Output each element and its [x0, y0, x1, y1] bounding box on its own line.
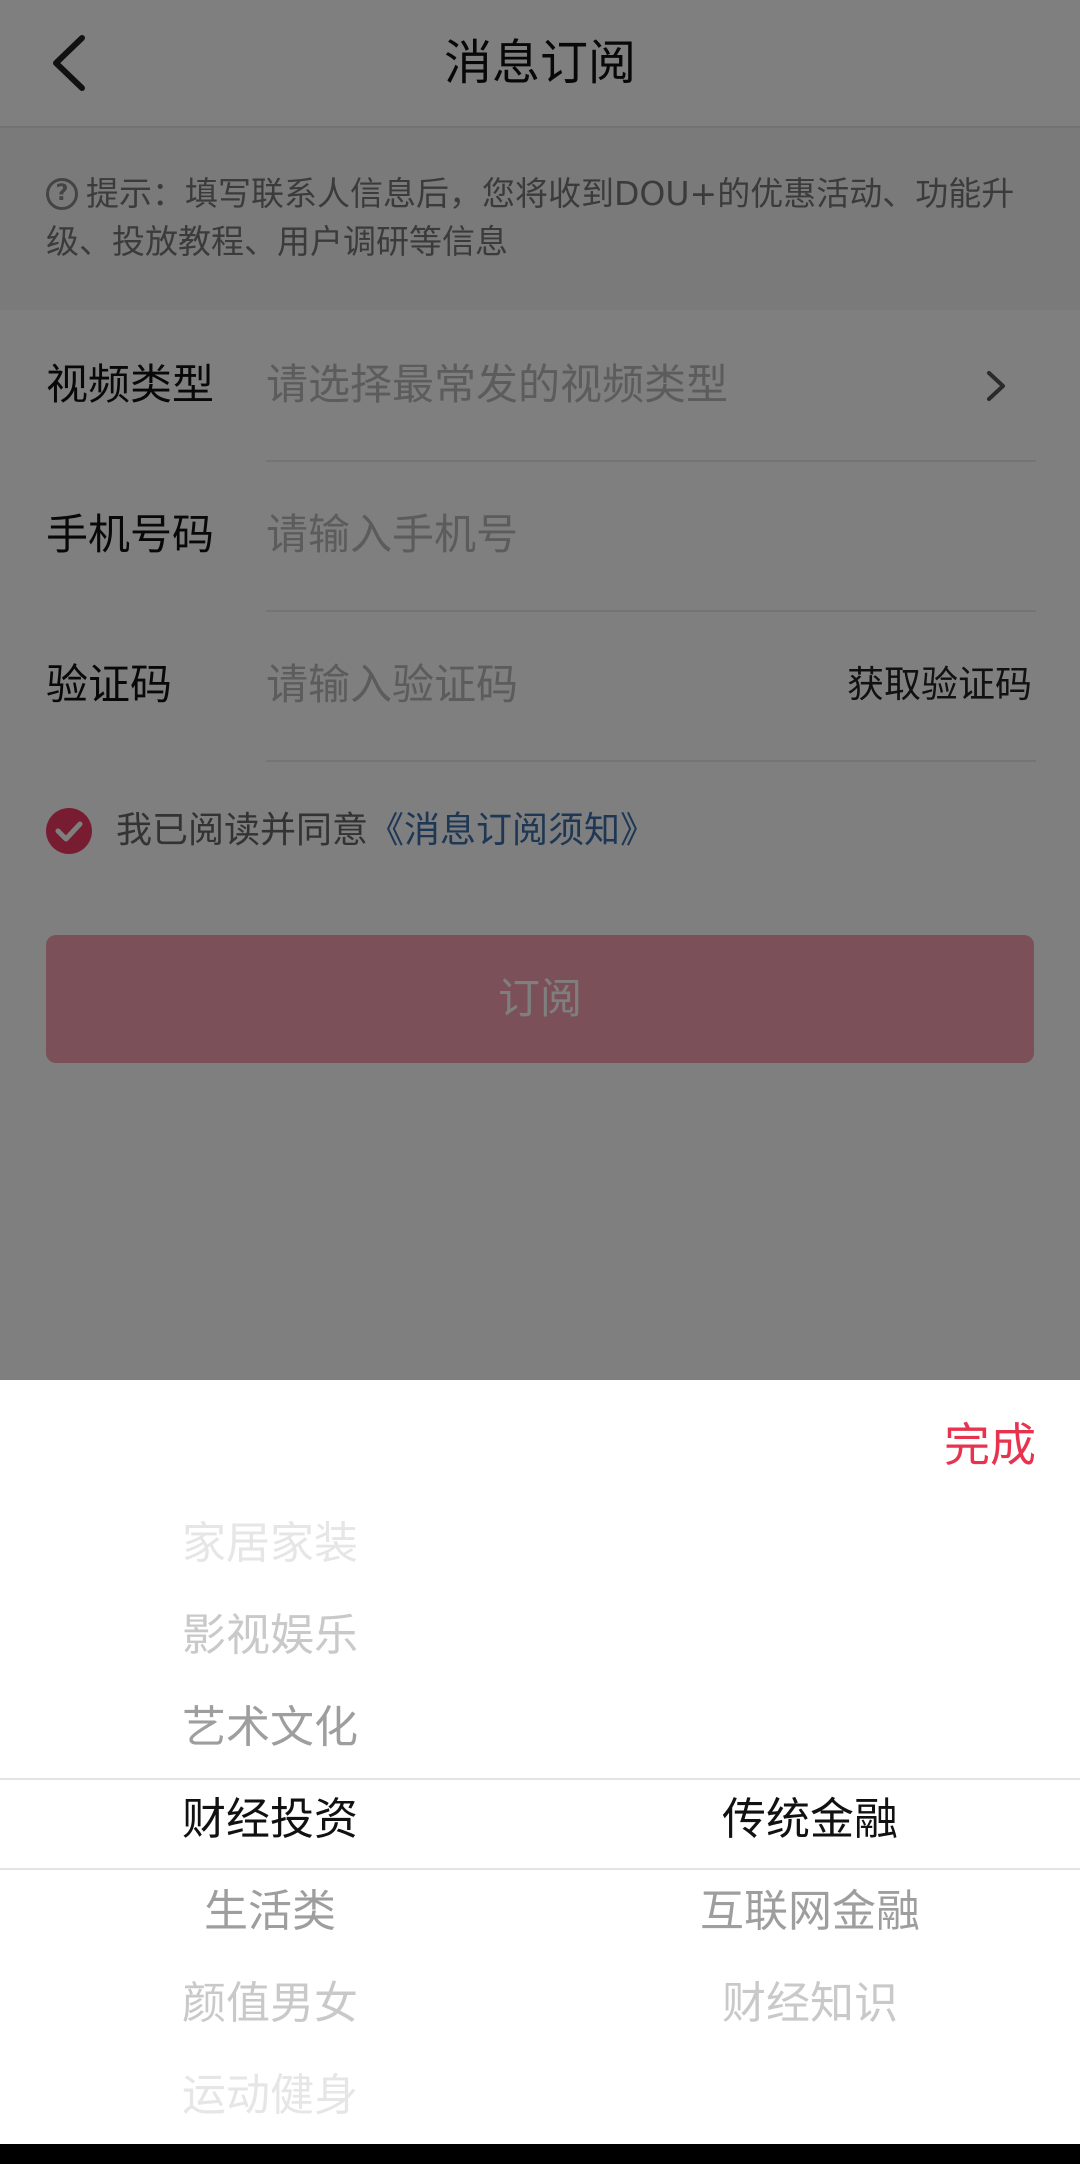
picker-option-selected[interactable]: 传统金融: [540, 1774, 1080, 1866]
picker-option[interactable]: 财经知识: [540, 1958, 1080, 2050]
picker-option[interactable]: 互联网金融: [540, 1866, 1080, 1958]
done-button[interactable]: 完成: [944, 1410, 1036, 1480]
picker-option[interactable]: 艺术文化: [0, 1682, 540, 1774]
picker-option[interactable]: 家居家装: [0, 1498, 540, 1590]
system-nav-bar: [0, 2144, 1080, 2164]
picker-sheet: 完成 家居家装 影视娱乐 艺术文化 财经投资 生活类 颜值男女 运动健身 传统金…: [0, 1380, 1080, 2144]
picker-option[interactable]: 颜值男女: [0, 1958, 540, 2050]
modal-overlay[interactable]: [0, 0, 1080, 1380]
picker-option[interactable]: 生活类: [0, 1866, 540, 1958]
watermark: 知乎 @聪大叔乱翻书: [753, 1717, 1052, 1755]
picker-option[interactable]: 影视娱乐: [0, 1590, 540, 1682]
picker-option[interactable]: 运动健身: [0, 2050, 540, 2142]
picker-option-selected[interactable]: 财经投资: [0, 1774, 540, 1866]
